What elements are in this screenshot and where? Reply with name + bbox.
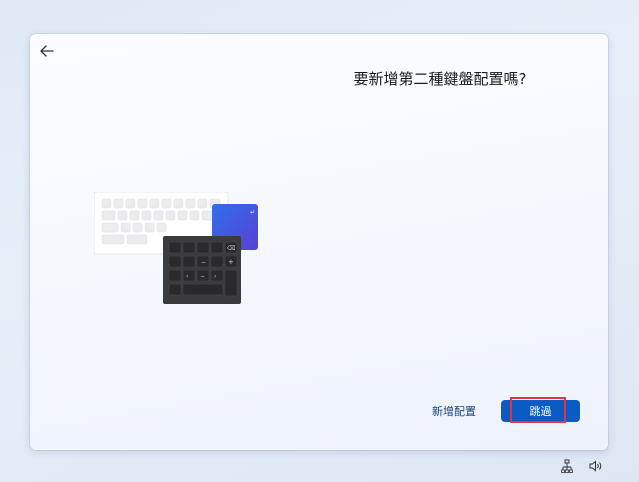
network-tray-button[interactable] (561, 458, 573, 474)
back-button[interactable] (36, 40, 58, 62)
back-arrow-icon (40, 45, 54, 57)
minus-key-glyph-2: − (200, 273, 205, 280)
enter-key-glyph: ↵ (250, 209, 255, 216)
keyboard-illustration: ↵ ⌫ − + ‹ › − (93, 191, 264, 304)
minus-key-glyph: − (201, 259, 206, 266)
skip-button[interactable]: 跳過 (501, 397, 580, 423)
add-layout-button[interactable]: 新增配置 (424, 403, 484, 421)
arrow-right-glyph: › (214, 273, 216, 280)
network-icon (561, 459, 573, 473)
volume-icon (589, 460, 602, 472)
page-title: 要新增第二種鍵盤配置嗎? (353, 70, 527, 88)
backspace-key-glyph: ⌫ (226, 245, 235, 252)
volume-tray-button[interactable] (589, 458, 603, 474)
oobe-window: 要新增第二種鍵盤配置嗎? ↵ ⌫ − + ‹ › − 新增配置 跳過 (30, 34, 608, 450)
plus-key-glyph: + (228, 258, 234, 266)
skip-button-label: 跳過 (529, 405, 552, 418)
arrow-left-glyph: ‹ (186, 273, 188, 280)
